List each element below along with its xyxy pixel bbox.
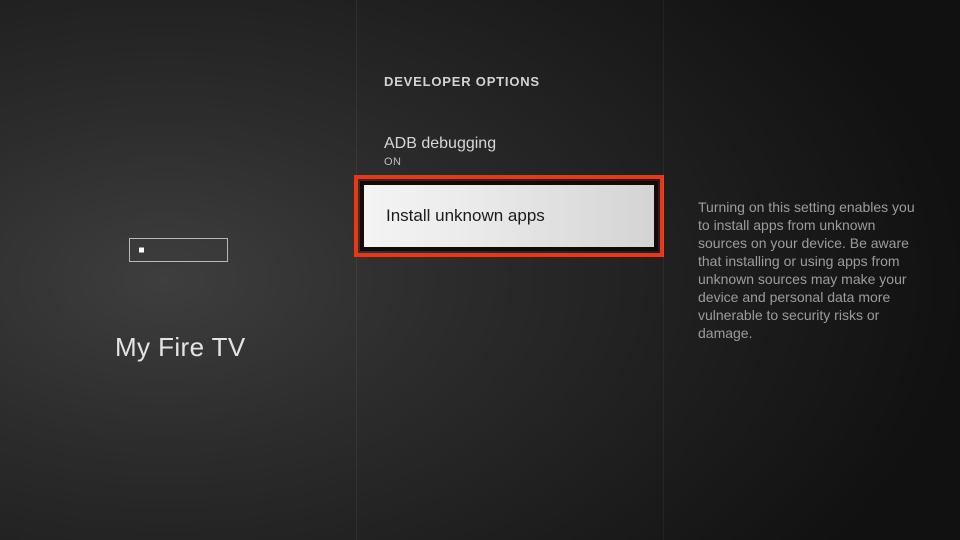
progress-indicator — [129, 238, 228, 262]
left-panel: My Fire TV — [0, 0, 356, 540]
selected-button: Install unknown apps — [364, 185, 654, 247]
menu-item-label: Install unknown apps — [364, 206, 545, 226]
page-title: My Fire TV — [115, 332, 246, 363]
options-panel: DEVELOPER OPTIONS ADB debugging ON — [356, 0, 664, 540]
menu-item-status: ON — [384, 156, 636, 168]
menu-item-label: ADB debugging — [384, 135, 636, 153]
menu-item-adb-debugging[interactable]: ADB debugging ON — [384, 135, 636, 168]
menu-item-install-unknown-apps[interactable]: Install unknown apps — [354, 175, 664, 257]
progress-dot — [139, 248, 144, 253]
setting-description: Turning on this setting enables you to i… — [698, 198, 926, 342]
section-heading: DEVELOPER OPTIONS — [384, 74, 540, 89]
description-panel: Turning on this setting enables you to i… — [664, 0, 960, 540]
